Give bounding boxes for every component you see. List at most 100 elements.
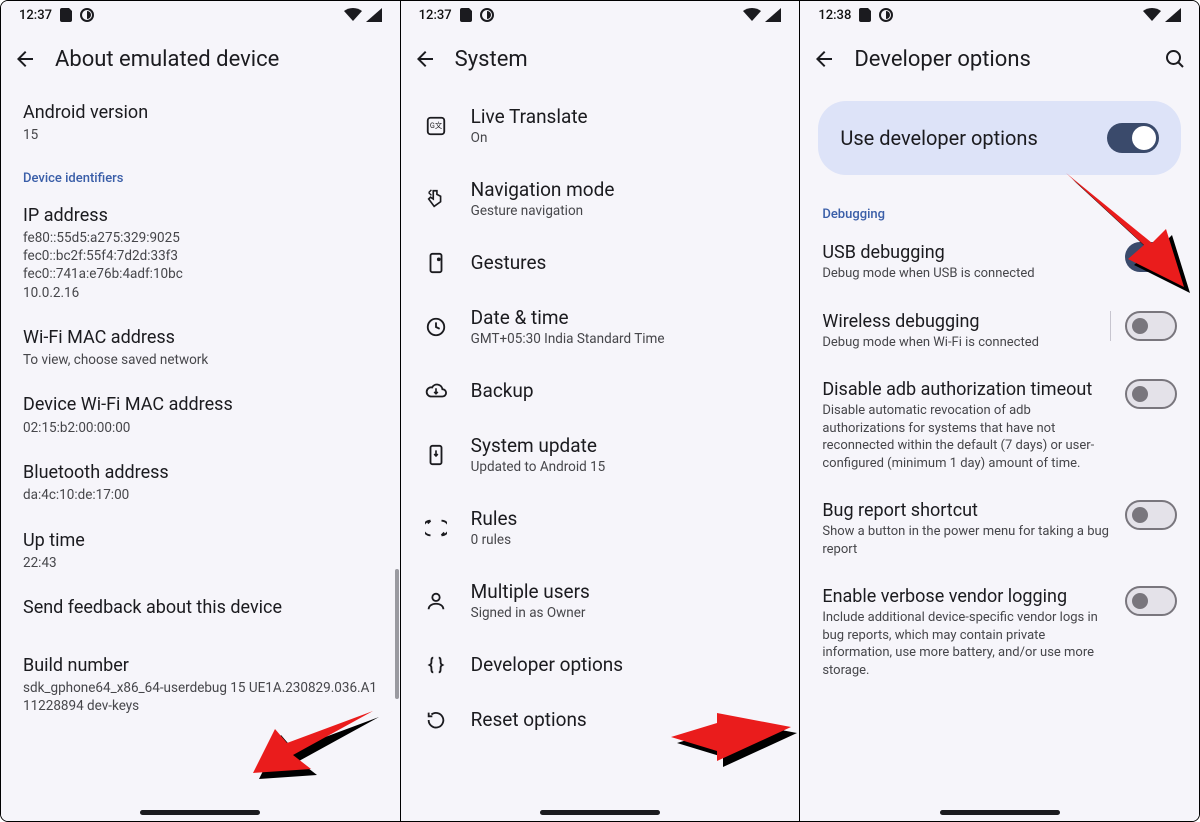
back-arrow-icon[interactable] — [812, 47, 836, 71]
setting-subtitle: Include additional device-specific vendo… — [822, 609, 1111, 679]
bluetooth-value: da:4c:10:de:17:00 — [23, 486, 378, 504]
menu-item-title: System update — [471, 434, 778, 457]
setting-enable-verbose-vendor-logging[interactable]: Enable verbose vendor loggingInclude add… — [800, 572, 1199, 693]
back-arrow-icon[interactable] — [413, 47, 437, 71]
android-version-value: 15 — [23, 126, 378, 144]
use-developer-options-banner[interactable]: Use developer options — [818, 101, 1181, 175]
menu-item-title: Gestures — [471, 251, 778, 274]
feedback-label: Send feedback about this device — [23, 596, 378, 619]
cloud-icon — [423, 380, 449, 402]
wireless-debugging-toggle[interactable] — [1125, 311, 1177, 341]
circle-icon — [879, 8, 893, 22]
system-menu-list: G文Live TranslateOnNavigation modeGesture… — [401, 89, 800, 821]
menu-item-title: Navigation mode — [471, 178, 778, 201]
status-time: 12:38 — [818, 8, 851, 23]
status-time: 12:37 — [19, 8, 52, 23]
menu-item-title: Rules — [471, 507, 778, 530]
build-number-value: sdk_gphone64_x86_64-userdebug 15 UE1A.23… — [23, 679, 378, 715]
status-bar: 12:38 — [800, 1, 1199, 29]
wifi-mac-value: To view, choose saved network — [23, 351, 378, 369]
rules-icon — [423, 517, 449, 539]
wifi-icon — [743, 8, 761, 22]
developer-options-content: Use developer options Debugging USB debu… — [800, 89, 1199, 821]
ip-address-label: IP address — [23, 204, 378, 227]
menu-item-title: Backup — [471, 379, 778, 402]
wifi-mac-row[interactable]: Wi-Fi MAC address To view, choose saved … — [1, 314, 400, 382]
developer-options-screen: 12:38 Developer options Use developer op… — [799, 1, 1199, 821]
clock-icon — [423, 316, 449, 338]
menu-item-rules[interactable]: Rules 0 rules — [401, 491, 800, 564]
status-bar: 12:37 — [401, 1, 800, 29]
ip-address-value: fe80::55d5:a275:329:9025 fec0::bc2f:55f4… — [23, 229, 378, 302]
setting-bug-report-shortcut[interactable]: Bug report shortcutShow a button in the … — [800, 486, 1199, 572]
menu-item-backup[interactable]: Backup — [401, 363, 800, 418]
setting-subtitle: Show a button in the power menu for taki… — [822, 523, 1111, 558]
uptime-row[interactable]: Up time 22:43 — [1, 517, 400, 585]
build-number-row[interactable]: Build number sdk_gphone64_x86_64-userdeb… — [1, 632, 400, 728]
menu-item-title: Developer options — [471, 653, 778, 676]
menu-item-developer-options[interactable]: Developer options — [401, 637, 800, 692]
page-title: About emulated device — [55, 47, 279, 72]
menu-item-multiple-users[interactable]: Multiple users Signed in as Owner — [401, 564, 800, 637]
setting-wireless-debugging[interactable]: Wireless debugging Debug mode when Wi-Fi … — [800, 297, 1199, 366]
signal-icon — [366, 8, 382, 22]
device-identifiers-section: Device identifiers — [1, 157, 400, 192]
menu-item-live-translate[interactable]: G文Live TranslateOn — [401, 89, 800, 162]
ip-address-row[interactable]: IP address fe80::55d5:a275:329:9025 fec0… — [1, 192, 400, 314]
menu-item-reset-options[interactable]: Reset options — [401, 692, 800, 747]
debugging-section: Debugging — [800, 185, 1199, 228]
usb-debugging-toggle[interactable] — [1125, 242, 1177, 272]
menu-item-title: Multiple users — [471, 580, 778, 603]
setting-title: Disable adb authorization timeout — [822, 379, 1111, 400]
banner-label: Use developer options — [840, 126, 1093, 150]
back-arrow-icon[interactable] — [13, 47, 37, 71]
sd-card-icon — [460, 8, 472, 22]
menu-item-title: Live Translate — [471, 105, 778, 128]
setting-disable-adb-authorization-timeout[interactable]: Disable adb authorization timeoutDisable… — [800, 365, 1199, 486]
enable-verbose-vendor-logging-toggle[interactable] — [1125, 586, 1177, 616]
reset-icon — [423, 709, 449, 731]
wifi-icon — [344, 8, 362, 22]
sd-card-icon — [60, 8, 72, 22]
translate-icon: G文 — [423, 115, 449, 137]
menu-item-title: Reset options — [471, 708, 778, 731]
menu-item-subtitle: Gesture navigation — [471, 203, 778, 219]
update-icon — [423, 444, 449, 466]
setting-title: Wireless debugging — [822, 311, 1096, 332]
bluetooth-label: Bluetooth address — [23, 461, 378, 484]
disable-adb-authorization-timeout-toggle[interactable] — [1125, 379, 1177, 409]
svg-text:G文: G文 — [430, 120, 443, 129]
menu-item-navigation-mode[interactable]: Navigation mode Gesture navigation — [401, 162, 800, 235]
circle-icon — [480, 8, 494, 22]
setting-subtitle: Debug mode when Wi-Fi is connected — [822, 334, 1096, 352]
wifi-icon — [1143, 8, 1161, 22]
signal-icon — [1165, 8, 1181, 22]
menu-item-subtitle: Signed in as Owner — [471, 605, 778, 621]
uptime-value: 22:43 — [23, 554, 378, 572]
setting-usb-debugging[interactable]: USB debuggingDebug mode when USB is conn… — [800, 228, 1199, 297]
build-number-label: Build number — [23, 654, 378, 677]
circle-icon — [80, 8, 94, 22]
use-developer-options-toggle[interactable] — [1107, 123, 1159, 153]
gesture-bar[interactable] — [940, 810, 1060, 815]
scrollbar[interactable] — [395, 569, 399, 699]
android-version-row[interactable]: Android version 15 — [1, 89, 400, 157]
device-wifi-mac-value: 02:15:b2:00:00:00 — [23, 419, 378, 437]
gesture-bar[interactable] — [540, 810, 660, 815]
menu-item-system-update[interactable]: System updateUpdated to Android 15 — [401, 418, 800, 491]
bluetooth-row[interactable]: Bluetooth address da:4c:10:de:17:00 — [1, 449, 400, 517]
device-wifi-mac-row[interactable]: Device Wi-Fi MAC address 02:15:b2:00:00:… — [1, 381, 400, 449]
feedback-row[interactable]: Send feedback about this device — [1, 584, 400, 631]
system-screen: 12:37 System G文Live TranslateOnNavigatio… — [400, 1, 800, 821]
app-bar: Developer options — [800, 29, 1199, 89]
menu-item-date-time[interactable]: Date & timeGMT+05:30 India Standard Time — [401, 290, 800, 363]
setting-title: Enable verbose vendor logging — [822, 586, 1111, 607]
menu-item-subtitle: 0 rules — [471, 532, 778, 548]
menu-item-subtitle: GMT+05:30 India Standard Time — [471, 331, 778, 347]
swipe-icon — [423, 188, 449, 210]
search-icon[interactable] — [1163, 47, 1187, 71]
gesture-bar[interactable] — [140, 810, 260, 815]
bug-report-shortcut-toggle[interactable] — [1125, 500, 1177, 530]
setting-subtitle: Disable automatic revocation of adb auth… — [822, 402, 1111, 472]
menu-item-gestures[interactable]: Gestures — [401, 235, 800, 290]
